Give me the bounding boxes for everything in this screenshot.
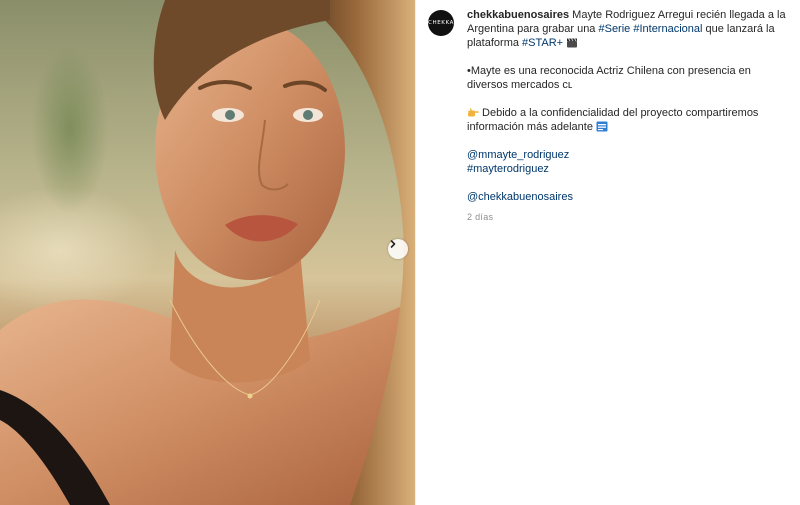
- portrait-illustration: [0, 0, 415, 505]
- hashtag-star[interactable]: #STAR+: [522, 37, 563, 49]
- caption-paragraph-3: Debido a la confidencialidad del proyect…: [467, 106, 789, 134]
- caption-text: chekkabuenosaires Mayte Rodriguez Arregu…: [467, 8, 789, 224]
- caption-paragraph-5: #mayterodriguez: [467, 162, 789, 176]
- username-link[interactable]: chekkabuenosaires: [467, 9, 569, 21]
- clapperboard-icon: [567, 38, 578, 48]
- next-photo-button[interactable]: [388, 239, 408, 259]
- instagram-post-view: CHEKKA chekkabuenosaires Mayte Rodriguez…: [0, 0, 800, 505]
- post-photo[interactable]: [0, 0, 415, 505]
- pointing-hand-icon: [468, 108, 479, 117]
- chevron-right-icon: [390, 240, 396, 248]
- hashtag-serie[interactable]: #Serie: [598, 23, 630, 35]
- panel-divider: [415, 0, 416, 505]
- info-icon: [596, 121, 608, 132]
- caption-paragraph-6: @chekkabuenosaires: [467, 190, 789, 204]
- caption-text-3: Debido a la confidencialidad del proyect…: [467, 107, 759, 133]
- caption-paragraph-2: •Mayte es una reconocida Actriz Chilena …: [467, 65, 751, 91]
- caption-paragraph-1: chekkabuenosaires Mayte Rodriguez Arregu…: [467, 8, 789, 50]
- hashtag-internacional[interactable]: #Internacional: [633, 23, 702, 35]
- caption-paragraph-4: @mmayte_rodriguez: [467, 148, 789, 162]
- avatar[interactable]: CHEKKA: [428, 10, 454, 36]
- hashtag-mayterodriguez[interactable]: #mayterodriguez: [467, 163, 549, 175]
- mention-chekka[interactable]: @chekkabuenosaires: [467, 191, 573, 203]
- mention-mayte[interactable]: @mmayte_rodriguez: [467, 149, 569, 161]
- post-timestamp[interactable]: 2 días: [467, 210, 789, 224]
